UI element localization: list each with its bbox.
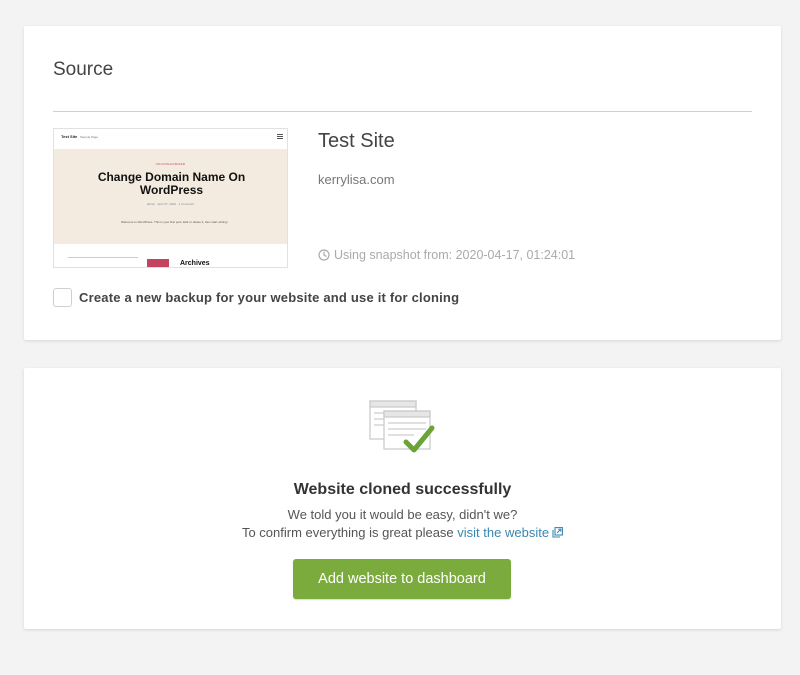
visit-website-link[interactable]: visit the website — [457, 525, 563, 540]
site-thumbnail: Test Site Sample Page UNCATEGORIZED Chan… — [53, 128, 288, 268]
external-link-icon[interactable] — [552, 527, 563, 538]
thumbnail-hero: UNCATEGORIZED Change Domain Name On Word… — [54, 149, 287, 244]
thumbnail-meta: admin · April 17, 2020 · 1 Comment — [146, 202, 195, 206]
thumbnail-site-name: Test Site — [61, 134, 78, 139]
thumbnail-excerpt: Welcome to WordPress. This is your first… — [121, 220, 228, 224]
thumbnail-heading: Change Domain Name On WordPress — [97, 170, 246, 197]
success-title: Website cloned successfully — [293, 481, 512, 498]
source-card: Source Test Site Sample Page UNCATEGORIZ… — [24, 26, 781, 340]
thumbnail-nav: Sample Page — [80, 135, 99, 139]
thumbnail-category: UNCATEGORIZED — [155, 162, 186, 166]
result-card: Website cloned successfully We told you … — [24, 368, 781, 629]
add-website-button[interactable]: Add website to dashboard — [293, 559, 511, 599]
confirm-message: To confirm everything is great please vi… — [24, 525, 781, 540]
site-title: Test Site — [318, 130, 395, 152]
thumbnail-search-button — [147, 259, 169, 267]
thumbnail-archives: Archives — [180, 260, 210, 267]
backup-option[interactable]: Create a new backup for your website and… — [53, 288, 459, 307]
source-title: Source — [53, 59, 114, 80]
thumbnail-topbar: Test Site Sample Page — [54, 129, 287, 149]
hamburger-icon — [277, 134, 283, 139]
source-divider — [53, 111, 752, 112]
snapshot-info: Using snapshot from: 2020-04-17, 01:24:0… — [318, 248, 575, 262]
visit-website-label[interactable]: visit the website — [457, 525, 549, 540]
cloned-pages-check-icon — [369, 400, 435, 453]
snapshot-text: Using snapshot from: 2020-04-17, 01:24:0… — [334, 248, 576, 262]
backup-checkbox-label[interactable]: Create a new backup for your website and… — [79, 290, 459, 305]
success-message: We told you it would be easy, didn't we? — [287, 507, 518, 522]
backup-checkbox[interactable] — [53, 288, 72, 307]
site-domain: kerrylisa.com — [318, 172, 395, 187]
clock-icon — [318, 249, 330, 261]
thumbnail-search-field — [68, 257, 138, 258]
confirm-text: To confirm everything is great please — [241, 525, 458, 540]
